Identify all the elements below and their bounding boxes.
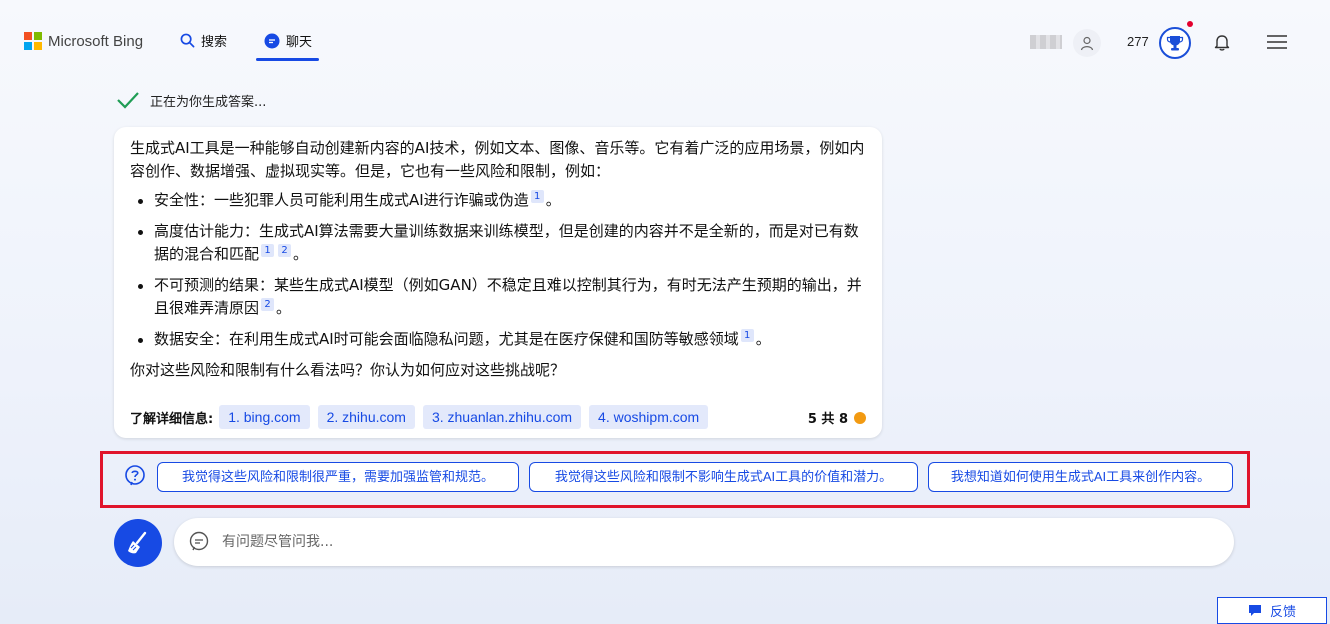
feedback-button[interactable]: 反馈 [1217,597,1327,624]
chat-input-box[interactable] [174,518,1234,566]
list-item: 高度估计能力：生成式AI算法需要大量训练数据来训练模型，但是创建的内容并不是全新… [130,220,865,266]
rewards-points[interactable]: 277 [1127,34,1149,49]
menu-button[interactable] [1266,34,1288,50]
turn-count-text: 5 共 8 [807,412,848,427]
generation-status: 正在为你生成答案... [116,90,266,110]
tab-chat[interactable]: 聊天 [264,31,312,50]
feedback-label: 反馈 [1269,605,1296,620]
search-icon [179,33,195,49]
list-item-text: 不可预测的结果：某些生成式AI模型（例如GAN）不稳定且难以控制其行为，有时无法… [154,276,862,317]
question-help-icon[interactable] [124,465,146,487]
status-text: 正在为你生成答案... [150,94,267,110]
list-item-text: 高度估计能力：生成式AI算法需要大量训练数据来训练模型，但是创建的内容并不是全新… [154,222,859,263]
citation-link[interactable]: 2 [278,244,292,257]
citation-link[interactable]: 1 [261,244,275,257]
tab-chat-label: 聊天 [286,35,313,50]
source-link-bing[interactable]: 1. bing.com [219,405,310,429]
notification-dot [1187,21,1193,27]
list-item-end: 。 [545,191,561,209]
list-item: 安全性：一些犯罪人员可能利用生成式AI进行诈骗或伪造 1。 [130,189,865,212]
new-topic-button[interactable] [114,519,162,567]
chat-icon [264,33,280,49]
answer-intro: 生成式AI工具是一种能够自动创建新内容的AI技术，例如文本、图像、音乐等。它有着… [130,139,865,180]
feedback-icon [1248,605,1261,616]
top-bar: Microsoft Bing 搜索 聊天 277 [0,0,1330,70]
bell-icon [1214,35,1230,51]
list-item-text: 安全性：一些犯罪人员可能利用生成式AI进行诈骗或伪造 [154,191,529,209]
avatar[interactable] [1073,29,1101,57]
follow-up-question: 你对这些风险和限制有什么看法吗？你认为如何应对这些挑战呢？ [130,361,566,379]
answer-body: 生成式AI工具是一种能够自动创建新内容的AI技术，例如文本、图像、音乐等。它有着… [130,137,865,386]
broom-icon [128,531,147,554]
risk-list: 安全性：一些犯罪人员可能利用生成式AI进行诈骗或伪造 1。 高度估计能力：生成式A… [130,189,865,351]
active-tab-indicator [256,58,319,61]
bing-logo[interactable]: Microsoft Bing [24,32,143,50]
chat-input[interactable] [222,534,1122,550]
brand-name: Microsoft Bing [48,32,144,50]
citation-link[interactable]: 1 [530,190,544,203]
tab-search[interactable]: 搜索 [179,31,227,50]
source-link-zhuanlan[interactable]: 3. zhuanlan.zhihu.com [422,405,582,429]
checkmark-icon [117,92,139,109]
turn-indicator-dot [854,411,866,424]
tab-search-label: 搜索 [201,35,228,50]
chat-bubble-icon [189,531,209,551]
turn-counter: 5 共 8 [808,408,866,427]
suggestion-chip-3[interactable]: 我想知道如何使用生成式AI工具来创作内容。 [928,462,1233,492]
notifications-button[interactable] [1212,32,1232,52]
list-item: 不可预测的结果：某些生成式AI模型（例如GAN）不稳定且难以控制其行为，有时无法… [130,274,865,320]
hamburger-menu-icon [1267,35,1287,49]
learn-more-label: 了解详细信息: [130,411,214,427]
user-icon [1080,36,1094,51]
suggestion-chip-1[interactable]: 我觉得这些风险和限制很严重，需要加强监管和规范。 [157,462,519,492]
learn-more-bar: 了解详细信息: 1. bing.com 2. zhihu.com 3. zhua… [130,405,866,429]
answer-card: 生成式AI工具是一种能够自动创建新内容的AI技术，例如文本、图像、音乐等。它有着… [114,127,882,438]
citation-link[interactable]: 1 [740,329,754,342]
list-item: 数据安全：在利用生成式AI时可能会面临隐私问题，尤其是在医疗保健和国防等敏感领域… [130,328,865,351]
trophy-icon [1166,36,1184,51]
source-link-woshipm[interactable]: 4. woshipm.com [589,405,709,429]
microsoft-logo-icon [24,32,42,50]
user-name-redacted[interactable] [1030,35,1062,49]
citation-link[interactable]: 2 [261,298,275,311]
suggestion-chip-2[interactable]: 我觉得这些风险和限制不影响生成式AI工具的价值和潜力。 [529,462,918,492]
list-item-end: 。 [276,299,292,317]
list-item-end: 。 [293,245,309,263]
list-item-text: 数据安全：在利用生成式AI时可能会面临隐私问题，尤其是在医疗保健和国防等敏感领域 [154,330,739,348]
source-link-zhihu[interactable]: 2. zhihu.com [317,405,415,429]
rewards-button[interactable] [1159,27,1191,59]
list-item-end: 。 [755,330,771,348]
